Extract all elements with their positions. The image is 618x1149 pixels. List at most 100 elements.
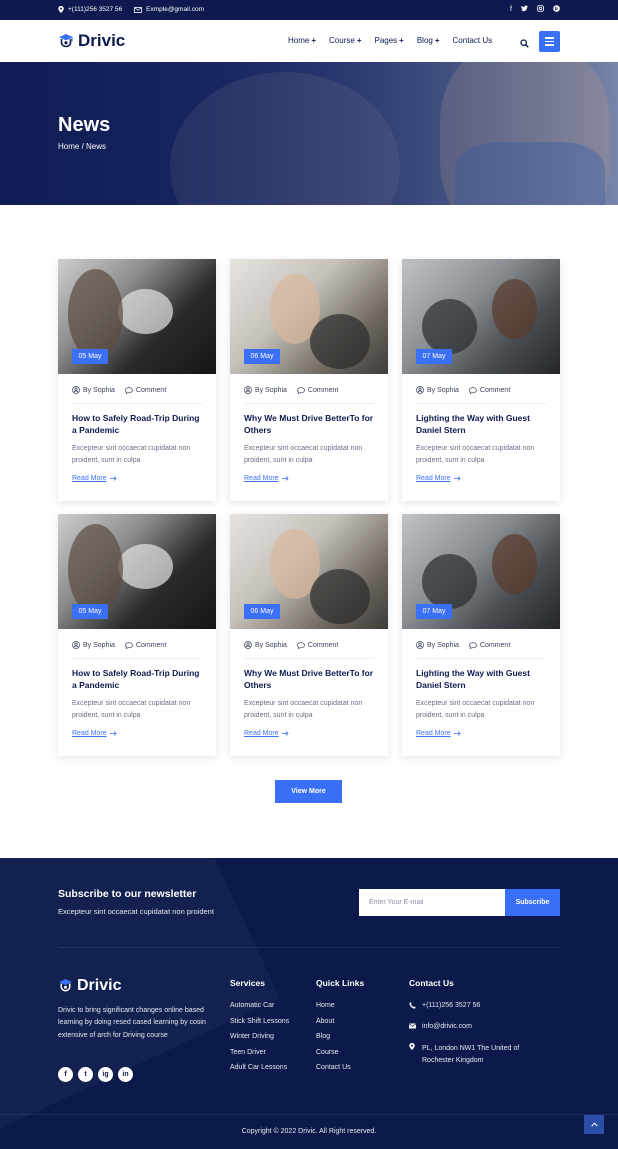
- post-author-text: By Sophia: [83, 641, 115, 649]
- post-title[interactable]: How to Safely Road-Trip During a Pandemi…: [72, 667, 204, 691]
- post-author[interactable]: By Sophia: [416, 386, 459, 394]
- nav-item-home[interactable]: Home +: [288, 36, 316, 45]
- post-title[interactable]: Lighting the Way with Guest Daniel Stern: [416, 667, 548, 691]
- facebook-icon[interactable]: f: [58, 1067, 73, 1082]
- hamburger-bar: [545, 44, 554, 46]
- brand-name: Drivic: [78, 31, 126, 50]
- post-author[interactable]: By Sophia: [416, 641, 459, 649]
- read-more-link[interactable]: Read More: [416, 475, 461, 482]
- photo-shape: [422, 299, 477, 354]
- news-card[interactable]: 05 May By Sophia Comment How to Safely R…: [58, 259, 216, 501]
- post-title[interactable]: How to Safely Road-Trip During a Pandemi…: [72, 412, 204, 436]
- footer-quick-link[interactable]: Contact Us: [316, 1064, 364, 1080]
- nav-label: Pages: [374, 36, 398, 45]
- location-pin-icon: [409, 1043, 416, 1064]
- footer-contact-phone[interactable]: +(111)256 3527 56: [409, 1002, 559, 1023]
- post-author[interactable]: By Sophia: [72, 386, 115, 394]
- copyright-text: Copyright © 2022 Drivic. All Right reser…: [241, 1128, 377, 1135]
- footer-service-link[interactable]: Automatic Car: [230, 1002, 289, 1018]
- twitter-icon[interactable]: t: [78, 1067, 93, 1082]
- nav-item-contact[interactable]: Contact Us: [453, 36, 493, 45]
- footer-contact-address: PL, London NW1 The United of Rochester K…: [409, 1043, 559, 1064]
- footer-about-text: Drivic to bring significant changes onli…: [58, 1007, 206, 1039]
- top-bar: +(111)256 3527 56 Exmple@gmail.com f: [0, 0, 618, 20]
- news-card[interactable]: 07 May By Sophia Comment Lighting the Wa…: [402, 259, 560, 501]
- post-comment[interactable]: Comment: [469, 641, 510, 649]
- breadcrumb: Home / News: [58, 142, 107, 151]
- nav-label: Blog: [416, 36, 433, 45]
- post-comment[interactable]: Comment: [297, 386, 338, 394]
- instagram-icon[interactable]: [537, 5, 544, 15]
- footer-service-link[interactable]: Adult Car Lessons: [230, 1064, 289, 1080]
- footer-contact-email[interactable]: info@drivic.com: [408, 1023, 559, 1044]
- footer-quick-link[interactable]: Home: [316, 1002, 364, 1018]
- top-email[interactable]: Exmple@gmail.com: [134, 6, 204, 13]
- footer-phone-text: +(111)256 3527 56: [422, 1002, 481, 1009]
- news-card[interactable]: 05 May By Sophia Comment How to Safely R…: [58, 514, 216, 756]
- news-card[interactable]: 06 May By Sophia Comment Why We Must Dri…: [230, 514, 388, 756]
- hamburger-bar: [545, 40, 554, 43]
- comment-icon: [125, 386, 133, 394]
- post-author-text: By Sophia: [427, 386, 459, 394]
- footer-service-link[interactable]: Stick Shift Lessons: [230, 1018, 289, 1034]
- user-icon: [416, 641, 424, 649]
- post-comment[interactable]: Comment: [469, 386, 510, 394]
- nav-plus: +: [434, 36, 440, 45]
- read-more-link[interactable]: Read More: [244, 730, 289, 737]
- hamburger-menu-button[interactable]: [539, 31, 560, 52]
- twitter-icon[interactable]: [521, 5, 528, 15]
- read-more-label: Read More: [416, 475, 451, 482]
- news-card[interactable]: 07 May By Sophia Comment Lighting the Wa…: [402, 514, 560, 756]
- linkedin-icon[interactable]: in: [118, 1067, 133, 1082]
- nav-item-pages[interactable]: Pages +: [374, 36, 403, 45]
- instagram-icon[interactable]: ig: [98, 1067, 113, 1082]
- nav-item-course[interactable]: Course +: [329, 36, 361, 45]
- post-comment[interactable]: Comment: [125, 641, 166, 649]
- pinterest-icon[interactable]: [553, 5, 560, 15]
- footer-quick-link[interactable]: Course: [316, 1049, 364, 1065]
- hamburger-bar: [545, 37, 554, 39]
- comment-icon: [469, 386, 477, 394]
- post-comment[interactable]: Comment: [297, 641, 338, 649]
- post-title[interactable]: Why We Must Drive BetterTo for Others: [244, 412, 376, 436]
- post-title[interactable]: Lighting the Way with Guest Daniel Stern: [416, 412, 548, 436]
- post-title[interactable]: Why We Must Drive BetterTo for Others: [244, 667, 376, 691]
- photo-shape: [492, 279, 537, 339]
- read-more-link[interactable]: Read More: [72, 730, 117, 737]
- scroll-to-top-button[interactable]: [584, 1115, 604, 1134]
- nav-label: Contact Us: [452, 36, 493, 45]
- logo[interactable]: Drivic: [58, 31, 125, 51]
- post-author[interactable]: By Sophia: [244, 386, 287, 394]
- news-card[interactable]: 06 May By Sophia Comment Why We Must Dri…: [230, 259, 388, 501]
- main-nav: Home + Course + Pages + Blog + Contact Us: [288, 36, 492, 45]
- post-excerpt: Excepteur sint occaecat cupidatat non pr…: [72, 700, 191, 719]
- read-more-link[interactable]: Read More: [416, 730, 461, 737]
- view-more-button[interactable]: View More: [275, 780, 342, 803]
- footer-service-link[interactable]: Teen Driver: [230, 1049, 289, 1065]
- footer-logo[interactable]: Drivic: [58, 977, 121, 995]
- post-author[interactable]: By Sophia: [244, 641, 287, 649]
- nav-label: Home: [288, 36, 310, 45]
- footer-quick-title: Quick Links: [316, 978, 365, 988]
- nav-item-blog[interactable]: Blog +: [417, 36, 440, 45]
- post-meta: By Sophia Comment: [416, 641, 510, 649]
- post-author[interactable]: By Sophia: [72, 641, 115, 649]
- user-icon: [244, 641, 252, 649]
- page-banner: News Home / News: [0, 62, 618, 205]
- top-phone[interactable]: +(111)256 3527 56: [58, 6, 122, 13]
- footer-quick-link[interactable]: Blog: [316, 1033, 364, 1049]
- post-comment[interactable]: Comment: [125, 386, 166, 394]
- footer-service-link[interactable]: Winter Driving: [230, 1033, 289, 1049]
- search-icon[interactable]: [520, 35, 532, 48]
- post-meta: By Sophia Comment: [244, 386, 338, 394]
- footer-address-text: PL, London NW1 The United of Rochester K…: [422, 1045, 520, 1064]
- footer-quick-link[interactable]: About: [316, 1018, 364, 1034]
- comment-icon: [125, 641, 133, 649]
- footer-services-title: Services: [230, 978, 265, 988]
- card-divider: [244, 403, 374, 404]
- subscribe-button[interactable]: Subscribe: [505, 889, 560, 916]
- newsletter-email-input[interactable]: [359, 889, 505, 916]
- read-more-link[interactable]: Read More: [72, 475, 117, 482]
- read-more-link[interactable]: Read More: [244, 475, 289, 482]
- facebook-icon[interactable]: f: [510, 5, 512, 15]
